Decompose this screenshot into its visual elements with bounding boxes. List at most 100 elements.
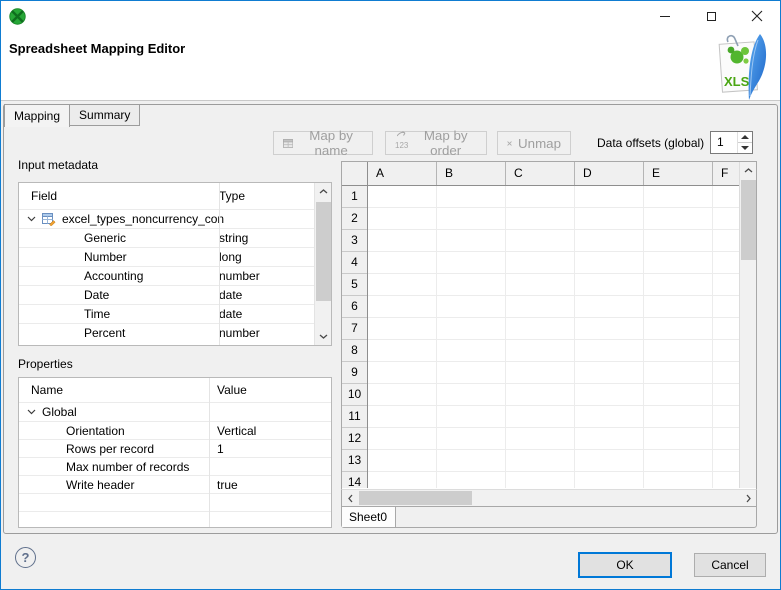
data-offsets-input[interactable]: 1 — [711, 132, 737, 153]
close-icon — [751, 10, 763, 22]
metadata-row[interactable]: Generic string — [19, 228, 331, 247]
row-header[interactable]: 11 — [342, 406, 367, 428]
grid-scroll-area: A B C D E F 1 2 3 4 5 6 7 8 9 10 11 12 1… — [341, 161, 757, 489]
data-offsets-spinner: 1 — [710, 131, 753, 154]
minimize-button[interactable] — [642, 1, 688, 31]
row-header[interactable]: 14 — [342, 472, 367, 488]
scrollbar-thumb[interactable] — [316, 202, 331, 301]
record-name: excel_types_noncurrency_con — [62, 212, 225, 226]
field-name: Percent — [84, 326, 126, 340]
row-header[interactable]: 9 — [342, 362, 367, 384]
metadata-row[interactable]: Number long — [19, 247, 331, 266]
field-type: date — [219, 307, 243, 321]
unmap-x-icon — [507, 140, 512, 146]
spinner-arrows — [737, 132, 752, 153]
row-header[interactable]: 2 — [342, 208, 367, 230]
row-header[interactable]: 10 — [342, 384, 367, 406]
property-row[interactable]: Max number of records — [19, 457, 331, 475]
column-header[interactable]: F — [713, 162, 739, 185]
grid-cells[interactable] — [368, 186, 739, 488]
row-header[interactable]: 3 — [342, 230, 367, 252]
properties-label: Properties — [18, 357, 73, 371]
properties-header: Name Value — [19, 378, 331, 402]
row-header[interactable]: 13 — [342, 450, 367, 472]
row-header[interactable]: 7 — [342, 318, 367, 340]
row-header[interactable]: 6 — [342, 296, 367, 318]
metadata-row[interactable]: Accounting number — [19, 266, 331, 285]
scroll-up-button[interactable] — [315, 183, 331, 200]
ok-button[interactable]: OK — [578, 552, 672, 578]
tab-mapping[interactable]: Mapping — [4, 104, 71, 127]
property-name: Orientation — [66, 423, 125, 438]
tab-bar: Mapping Summary — [4, 104, 141, 127]
metadata-row[interactable]: Time date — [19, 304, 331, 323]
metadata-scrollbar[interactable] — [314, 183, 331, 345]
row-header[interactable]: 4 — [342, 252, 367, 274]
row-header[interactable]: 12 — [342, 428, 367, 450]
record-icon — [42, 213, 56, 226]
unmap-button[interactable]: Unmap — [497, 131, 571, 155]
grid-horizontal-scrollbar[interactable] — [341, 489, 757, 506]
chevron-down-icon — [27, 216, 36, 222]
grid-corner-cell[interactable] — [342, 162, 368, 185]
chevron-down-icon — [27, 409, 36, 415]
input-metadata-label: Input metadata — [18, 158, 99, 172]
scroll-right-button[interactable] — [740, 490, 756, 506]
close-button[interactable] — [734, 1, 780, 31]
input-metadata-header: Field Type — [19, 183, 331, 209]
metadata-root-row[interactable]: excel_types_noncurrency_con — [19, 209, 331, 228]
metadata-row[interactable]: Date date — [19, 285, 331, 304]
column-header[interactable]: C — [506, 162, 575, 185]
column-header-field[interactable]: Field — [19, 189, 219, 203]
column-header[interactable]: E — [644, 162, 713, 185]
row-header[interactable]: 5 — [342, 274, 367, 296]
field-name: Time — [84, 307, 111, 321]
row-header[interactable]: 1 — [342, 186, 367, 208]
scroll-up-button[interactable] — [740, 162, 757, 179]
column-header[interactable]: A — [368, 162, 437, 185]
column-header[interactable]: D — [575, 162, 644, 185]
map-by-order-button[interactable]: 123 Map by order — [385, 128, 487, 158]
scroll-left-icon — [347, 494, 352, 502]
button-bar: ? OK Cancel — [1, 534, 780, 589]
column-header-type[interactable]: Type — [219, 189, 245, 203]
map-by-name-button[interactable]: Map by name — [273, 128, 373, 158]
property-row[interactable]: Write header true — [19, 475, 331, 493]
scroll-left-button[interactable] — [342, 490, 358, 506]
map-by-order-label: Map by order — [423, 128, 468, 158]
column-header-value[interactable]: Value — [209, 383, 247, 397]
properties-root-row[interactable]: Global — [19, 402, 331, 421]
up-arrow-icon — [741, 135, 749, 139]
empty-row[interactable] — [19, 493, 331, 511]
titlebar — [1, 1, 780, 31]
scrollbar-thumb[interactable] — [741, 180, 756, 260]
row-header[interactable]: 8 — [342, 340, 367, 362]
scrollbar-thumb[interactable] — [359, 491, 472, 505]
property-value: 1 — [217, 441, 224, 456]
grid-row-headers: 1 2 3 4 5 6 7 8 9 10 11 12 13 14 — [342, 186, 368, 488]
help-icon: ? — [21, 550, 30, 565]
property-row[interactable]: Rows per record 1 — [19, 439, 331, 457]
grid-vertical-scrollbar[interactable] — [739, 162, 756, 488]
property-row[interactable]: Orientation Vertical — [19, 421, 331, 439]
column-header[interactable]: B — [437, 162, 506, 185]
tab-summary[interactable]: Summary — [69, 104, 141, 126]
page-title: Spreadsheet Mapping Editor — [9, 41, 186, 56]
property-value: true — [217, 477, 238, 492]
window-controls — [642, 1, 780, 31]
field-type: string — [219, 231, 249, 245]
scroll-right-icon — [746, 494, 751, 502]
scroll-down-button[interactable] — [315, 328, 331, 345]
help-button[interactable]: ? — [15, 547, 36, 568]
cancel-button[interactable]: Cancel — [694, 553, 766, 577]
property-name: Write header — [66, 477, 135, 492]
empty-row[interactable] — [19, 511, 331, 527]
spinner-up-button[interactable] — [738, 132, 752, 143]
metadata-row[interactable]: Percent number — [19, 323, 331, 342]
maximize-button[interactable] — [688, 1, 734, 31]
scroll-up-icon — [744, 168, 753, 173]
column-header-name[interactable]: Name — [19, 383, 209, 397]
grid-column-headers: A B C D E F — [342, 162, 739, 186]
spinner-down-button[interactable] — [738, 143, 752, 153]
sheet-tab[interactable]: Sheet0 — [342, 507, 396, 527]
